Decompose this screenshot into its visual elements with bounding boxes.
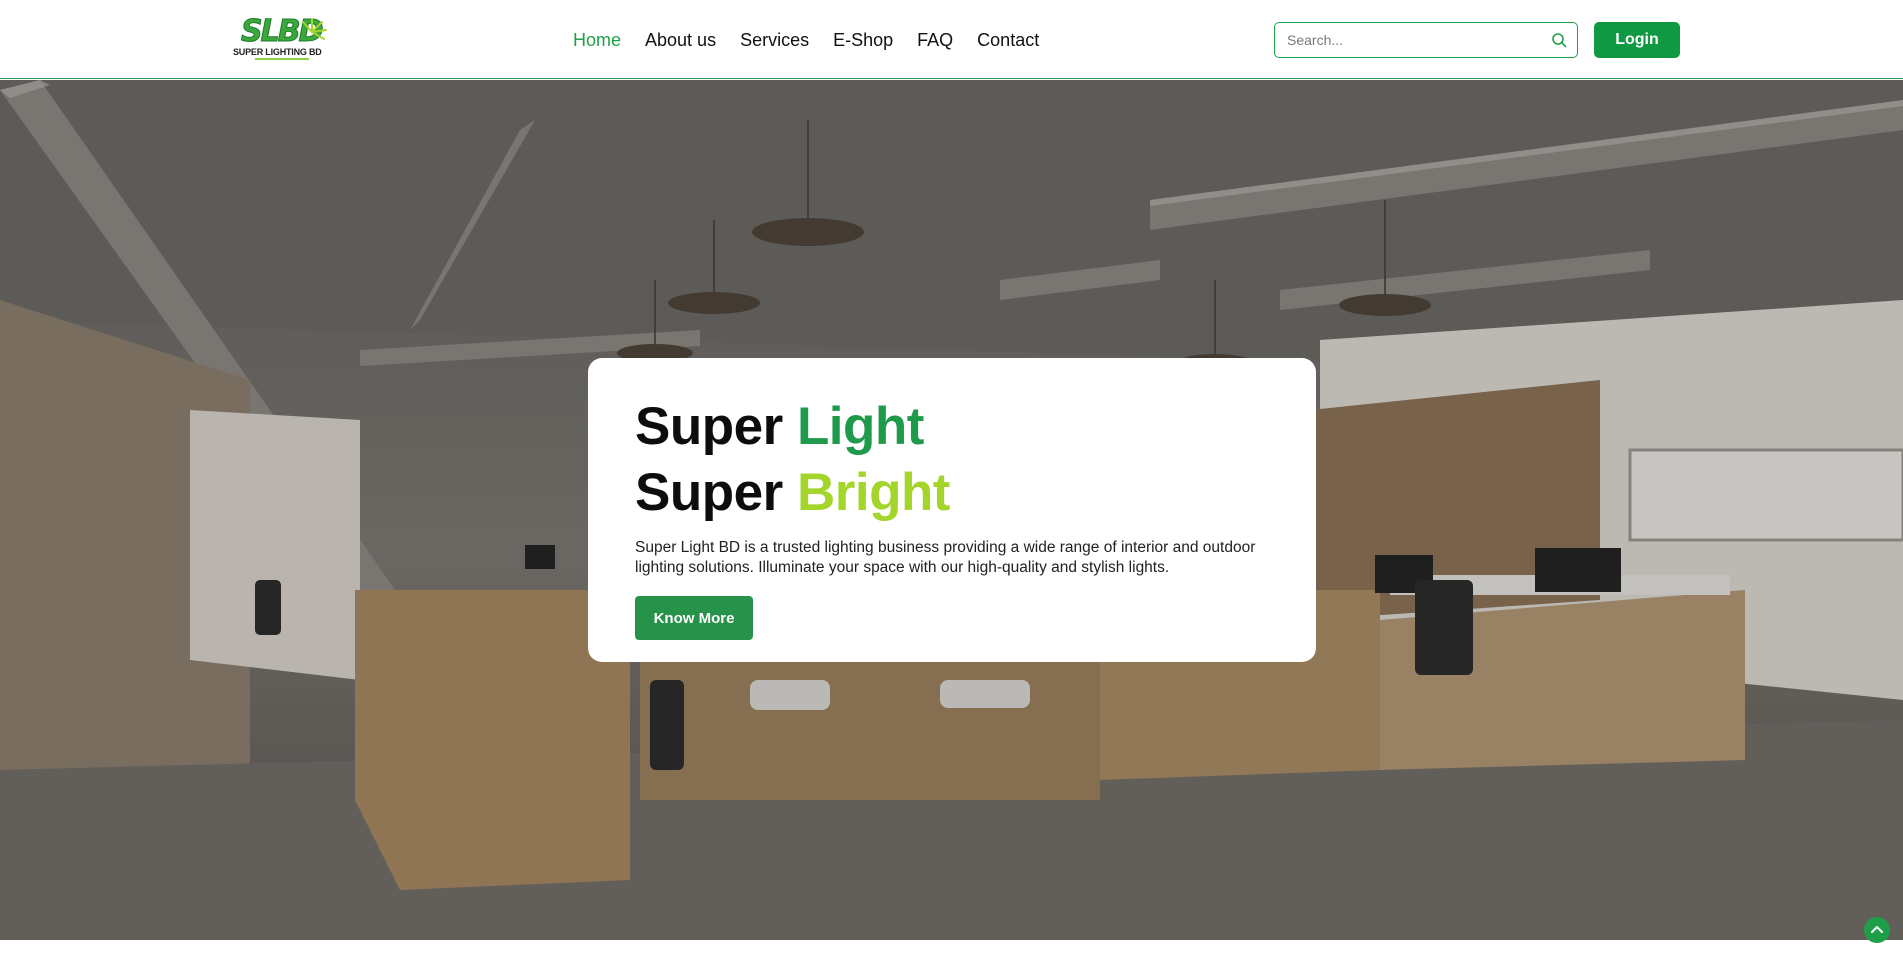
nav-home[interactable]: Home: [573, 28, 621, 52]
nav-e-shop[interactable]: E-Shop: [833, 28, 893, 52]
main-nav: Home About us Services E-Shop FAQ Contac…: [573, 28, 1063, 52]
nav-faq[interactable]: FAQ: [917, 28, 953, 52]
headline-word-super-2: Super: [635, 463, 783, 522]
search-icon[interactable]: [1551, 32, 1567, 48]
logo-underline: [255, 58, 309, 60]
search-box: [1274, 22, 1578, 58]
brand-logo[interactable]: SLBD SUPER LIGHTING BD: [233, 15, 329, 62]
sun-rays-icon: [302, 18, 327, 40]
know-more-button[interactable]: Know More: [635, 596, 753, 640]
hero-card: Super Light Super Bright Super Light BD …: [588, 358, 1316, 662]
hero-section: Super Light Super Bright Super Light BD …: [0, 80, 1903, 940]
scroll-to-top-button[interactable]: [1864, 917, 1890, 943]
headline-word-light: Light: [796, 397, 925, 456]
nav-about-us[interactable]: About us: [645, 28, 716, 52]
nav-contact[interactable]: Contact: [977, 28, 1039, 52]
chevron-up-icon: [1871, 926, 1883, 933]
nav-services[interactable]: Services: [740, 28, 809, 52]
headline-word-bright: Bright: [796, 463, 951, 522]
headline-word-super-1: Super: [635, 397, 783, 456]
search-input[interactable]: [1287, 30, 1537, 50]
logo-text: SUPER LIGHTING BD: [233, 47, 322, 57]
hero-description: Super Light BD is a trusted lighting bus…: [635, 539, 1256, 576]
site-header: SLBD SUPER LIGHTING BD Home About us Ser…: [0, 0, 1903, 79]
hero-headline: Super Light Super Bright: [635, 394, 950, 526]
login-button[interactable]: Login: [1594, 22, 1680, 58]
